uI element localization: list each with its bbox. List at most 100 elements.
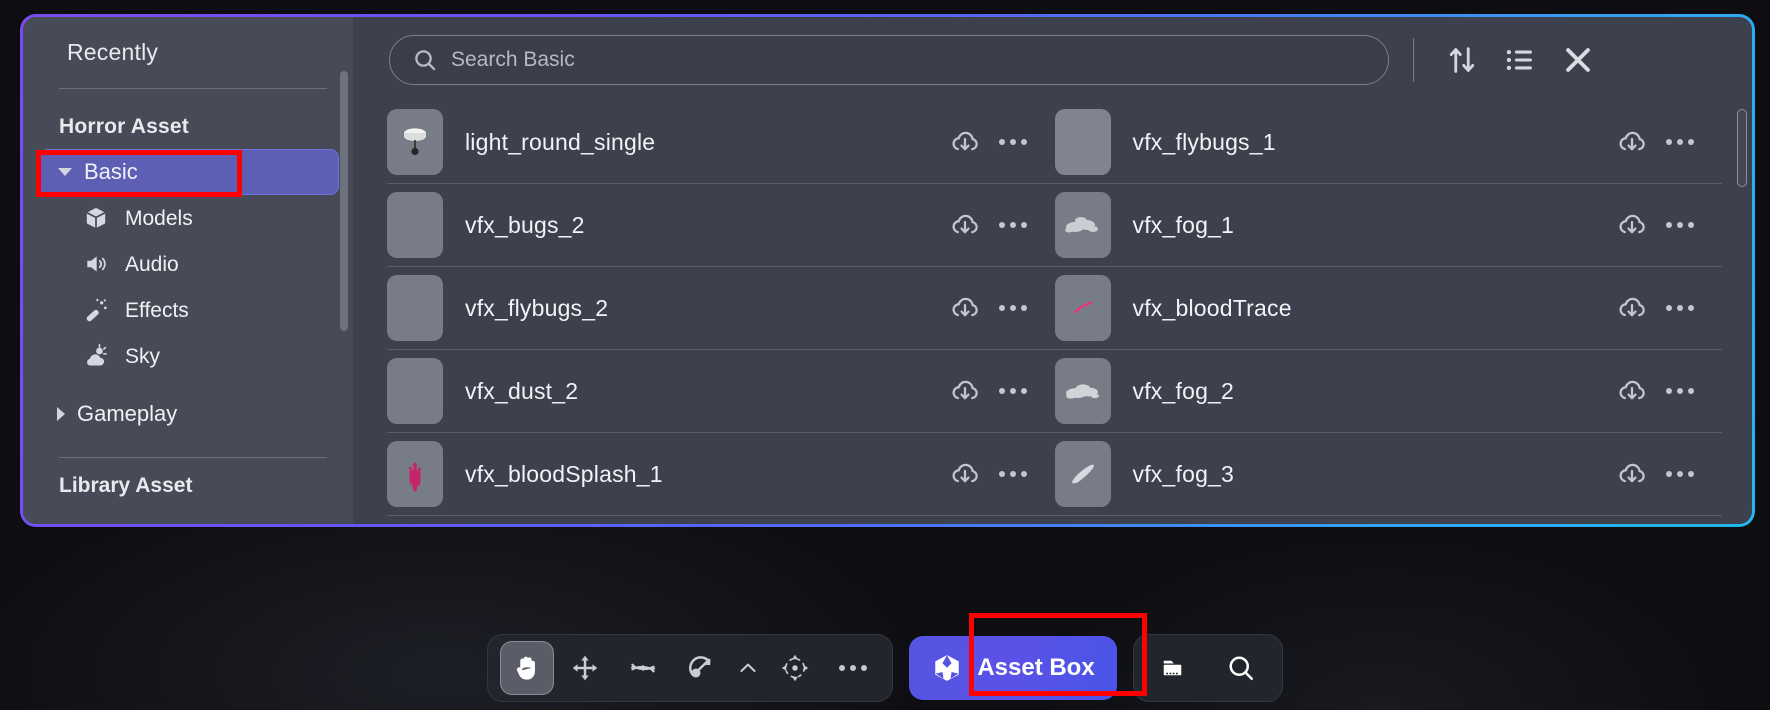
asset-name: vfx_bloodSplash_1 [465, 460, 663, 487]
more-horizontal-icon[interactable] [989, 450, 1037, 498]
asset-column-left: light_round_single vfx_bugs_2 vfx_flybug… [387, 101, 1055, 524]
asset-name: light_round_single [465, 128, 656, 155]
asset-thumbnail [1054, 192, 1111, 258]
more-horizontal-icon [839, 665, 868, 671]
cloud-download-icon[interactable] [1608, 201, 1656, 249]
more-horizontal-icon[interactable] [989, 201, 1037, 249]
more-horizontal-icon[interactable] [989, 284, 1037, 332]
asset-thumbnail [387, 275, 443, 341]
move-arrows-icon [570, 653, 600, 683]
transform-tool-group [487, 634, 894, 702]
rotate-icon [628, 653, 658, 683]
sidebar-group-library-asset: Library Asset [59, 474, 193, 497]
asset-list[interactable]: light_round_single vfx_bugs_2 vfx_flybug… [353, 101, 1752, 524]
gizmo-icon [780, 653, 810, 683]
sidebar-item-gameplay[interactable]: Gameplay [39, 391, 339, 437]
asset-row[interactable]: vfx_flybugs_2 [387, 267, 1055, 350]
search-icon [412, 47, 438, 73]
sidebar-item-effects[interactable]: Effects [39, 287, 339, 333]
sidebar-item-sky[interactable]: Sky [39, 333, 339, 379]
cloud-download-icon[interactable] [1608, 118, 1656, 166]
cloud-download-icon[interactable] [941, 450, 989, 498]
cloud-download-icon[interactable] [941, 201, 989, 249]
asset-thumbnail [1054, 275, 1111, 341]
search-input[interactable] [451, 48, 1388, 72]
asset-content-area: light_round_single [353, 17, 1752, 524]
sidebar-item-list: Basic Models Audio Effects Sky Gameplay [23, 149, 353, 437]
folder-button[interactable] [1148, 641, 1202, 695]
asset-box-button[interactable]: Asset Box [909, 636, 1117, 700]
more-horizontal-icon[interactable] [1656, 367, 1704, 415]
asset-name: vfx_bloodTrace [1132, 294, 1292, 321]
triangle-right-icon [57, 407, 65, 421]
folder-icon [1160, 653, 1190, 683]
sidebar-scrollbar[interactable] [340, 71, 348, 331]
asset-thumbnail [387, 192, 443, 258]
cloud-download-icon[interactable] [1608, 367, 1656, 415]
cloud-download-icon[interactable] [941, 284, 989, 332]
asset-row[interactable]: vfx_bloodSplash_1 [387, 433, 1055, 516]
more-horizontal-icon[interactable] [989, 118, 1037, 166]
rotate-tool-button[interactable] [616, 641, 670, 695]
asset-row[interactable]: vfx_fog_3 [1054, 433, 1722, 516]
more-horizontal-icon[interactable] [989, 367, 1037, 415]
asset-name: vfx_fog_3 [1132, 460, 1235, 487]
asset-name: vfx_flybugs_1 [1132, 128, 1276, 155]
triangle-down-icon [58, 168, 72, 176]
more-horizontal-icon[interactable] [1656, 450, 1704, 498]
asset-thumbnail [387, 441, 443, 507]
search-icon [1226, 653, 1256, 683]
cube-icon [931, 652, 963, 684]
close-icon[interactable] [1552, 37, 1604, 83]
sort-arrows-icon[interactable] [1436, 37, 1488, 83]
sidebar-scroll-area[interactable]: Recently Horror Asset Basic Models Audio… [23, 25, 353, 524]
asset-name: vfx_fog_1 [1132, 211, 1235, 238]
hand-icon [511, 652, 543, 684]
asset-row[interactable]: vfx_fog_2 [1054, 350, 1722, 433]
sidebar-item-label: Gameplay [77, 401, 178, 426]
sidebar-item-models[interactable]: Models [39, 195, 339, 241]
sidebar-item-audio[interactable]: Audio [39, 241, 339, 287]
gizmo-tool-button[interactable] [768, 641, 822, 695]
sidebar-group-horror-asset: Horror Asset [59, 115, 189, 138]
asset-column-right: vfx_flybugs_1 vfx_fog_1 vfx_bloodTrace v… [1054, 101, 1722, 524]
asset-row[interactable]: vfx_flybugs_1 [1054, 101, 1722, 184]
asset-panel: Recently Horror Asset Basic Models Audio… [20, 14, 1755, 527]
asset-row[interactable]: vfx_bloodTrace [1054, 267, 1722, 350]
list-view-icon[interactable] [1494, 37, 1546, 83]
asset-row[interactable]: light_round_single [387, 101, 1055, 184]
cloud-download-icon[interactable] [1608, 284, 1656, 332]
asset-row[interactable]: vfx_dust_2 [387, 350, 1055, 433]
asset-list-scrollbar[interactable] [1737, 109, 1747, 187]
app-root: Recently Horror Asset Basic Models Audio… [0, 0, 1770, 710]
more-tools-button[interactable] [826, 641, 880, 695]
asset-thumbnail [1054, 109, 1111, 175]
scale-arrow-icon [686, 653, 716, 683]
asset-panel-toolbar [353, 17, 1752, 85]
asset-thumbnail [1054, 441, 1111, 507]
asset-name: vfx_bugs_2 [465, 211, 585, 238]
move-tool-button[interactable] [558, 641, 612, 695]
cloud-download-icon[interactable] [1608, 450, 1656, 498]
more-horizontal-icon[interactable] [1656, 284, 1704, 332]
sidebar-item-recently[interactable]: Recently [23, 25, 353, 66]
asset-row[interactable]: vfx_fog_1 [1054, 184, 1722, 267]
toolbar-separator [1413, 38, 1414, 82]
expand-tool-button[interactable] [732, 641, 764, 695]
sidebar-item-basic[interactable]: Basic [39, 149, 339, 195]
viewport-right-tool-group [1132, 634, 1283, 702]
search-button[interactable] [1214, 641, 1268, 695]
magic-wand-icon [81, 296, 111, 324]
hand-tool-button[interactable] [500, 641, 555, 695]
more-horizontal-icon[interactable] [1656, 201, 1704, 249]
asset-thumbnail [387, 109, 443, 175]
more-horizontal-icon[interactable] [1656, 118, 1704, 166]
cloud-download-icon[interactable] [941, 367, 989, 415]
scale-tool-button[interactable] [674, 641, 728, 695]
search-bar[interactable] [389, 35, 1389, 85]
asset-thumbnail [1054, 358, 1111, 424]
asset-row[interactable]: vfx_bugs_2 [387, 184, 1055, 267]
asset-name: vfx_flybugs_2 [465, 294, 609, 321]
asset-box-label: Asset Box [977, 654, 1095, 681]
cloud-download-icon[interactable] [941, 118, 989, 166]
